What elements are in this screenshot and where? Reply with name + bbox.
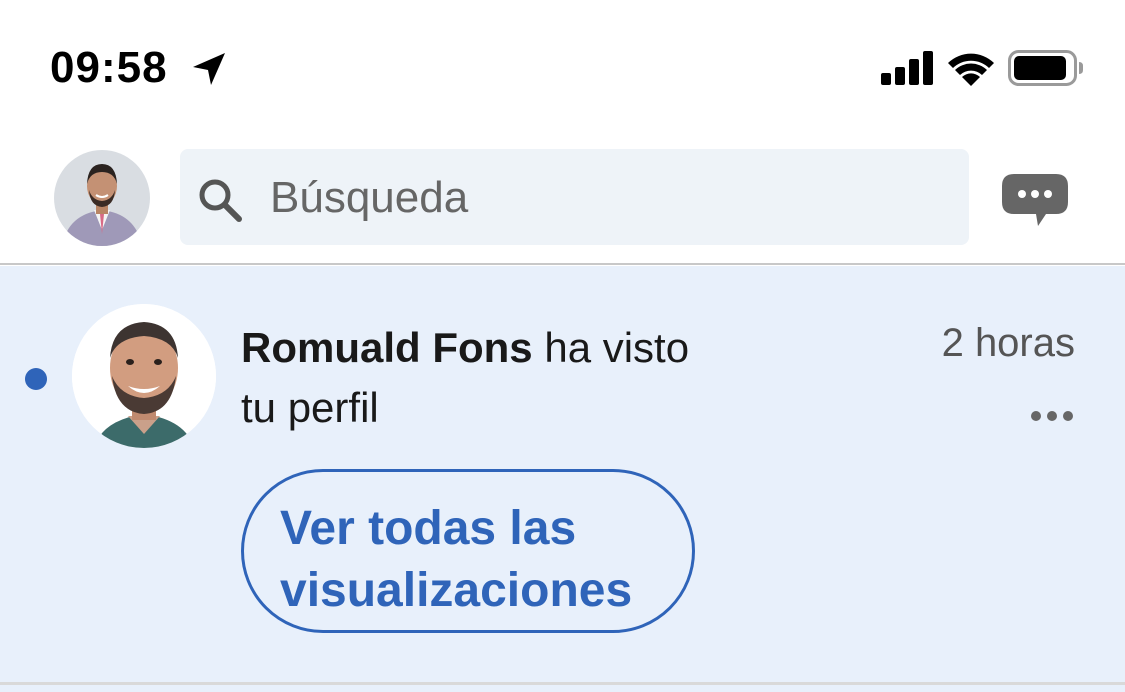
notifications-screen: 09:58 Búsqueda Romuald Fons ha visto tu … — [0, 0, 1125, 692]
notification-text: Romuald Fons ha visto tu perfil — [241, 318, 801, 438]
cellular-signal-icon — [881, 51, 933, 85]
wifi-icon — [948, 53, 994, 86]
search-input[interactable] — [270, 168, 950, 228]
search-header — [0, 130, 1125, 265]
status-bar: 09:58 — [0, 0, 1125, 130]
messages-icon[interactable] — [1000, 170, 1070, 230]
notification-text-line1: ha visto — [532, 324, 690, 371]
status-time: 09:58 — [50, 43, 168, 92]
location-arrow-icon — [193, 53, 225, 85]
view-all-visualizations-button[interactable]: Ver todas las visualizaciones — [241, 469, 695, 633]
more-options-icon[interactable] — [1028, 401, 1076, 431]
actor-avatar-image — [72, 304, 216, 448]
next-notification-edge — [0, 685, 1125, 692]
notification-text-line2: tu perfil — [241, 384, 379, 431]
header-divider — [0, 263, 1125, 265]
actor-avatar[interactable] — [72, 304, 216, 448]
search-icon — [199, 179, 242, 222]
notification-item[interactable]: Romuald Fons ha visto tu perfil 2 horas V… — [0, 266, 1125, 682]
profile-avatar[interactable] — [54, 150, 150, 246]
actor-name[interactable]: Romuald Fons — [241, 324, 533, 371]
battery-icon — [1008, 50, 1083, 86]
unread-indicator — [25, 368, 47, 390]
profile-avatar-image — [54, 150, 150, 246]
notification-time: 2 horas — [941, 321, 1075, 365]
